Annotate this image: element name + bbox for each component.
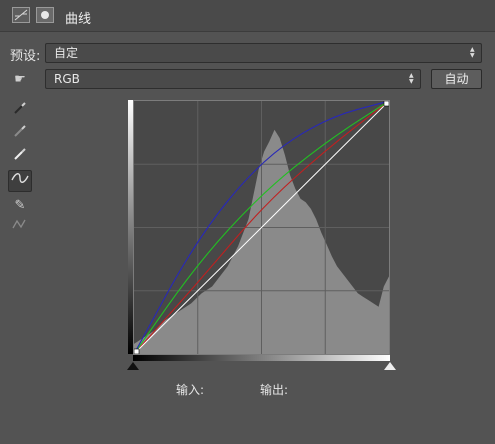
black-point-slider[interactable] xyxy=(127,362,139,370)
curve-edit-points-icon[interactable] xyxy=(8,170,32,192)
select-arrows-icon: ▲ ▼ xyxy=(470,46,475,59)
white-eyedropper-icon[interactable] xyxy=(10,147,30,167)
preset-value: 自定 xyxy=(54,46,79,60)
preset-label: 预设: xyxy=(10,49,41,64)
hand-targeted-adjust-icon[interactable]: ☛ xyxy=(10,70,30,90)
black-eyedropper-icon[interactable] xyxy=(10,101,30,121)
gray-eyedropper-icon[interactable] xyxy=(10,124,30,144)
curves-plot[interactable] xyxy=(134,101,389,354)
white-point-slider[interactable] xyxy=(384,362,396,370)
input-gradient-bar xyxy=(133,355,390,361)
select-arrows-icon: ▲ ▼ xyxy=(409,72,414,85)
smooth-curve-icon[interactable] xyxy=(10,217,30,237)
curve-point-black xyxy=(134,348,140,354)
layer-mask-icon[interactable] xyxy=(36,7,54,23)
curves-graph[interactable] xyxy=(133,100,390,355)
channel-value: RGB xyxy=(54,72,80,86)
pencil-draw-icon[interactable]: ✎ xyxy=(10,196,30,216)
panel-title: 曲线 xyxy=(65,12,92,27)
output-readout-label: 输出: xyxy=(260,383,289,397)
auto-button[interactable]: 自动 xyxy=(431,69,482,89)
panel-header: 曲线 xyxy=(0,0,495,32)
channel-select[interactable]: RGB ▲ ▼ xyxy=(45,69,421,89)
preset-select[interactable]: 自定 ▲ ▼ xyxy=(45,43,482,63)
curve-point-white xyxy=(383,101,389,107)
input-readout-label: 输入: xyxy=(176,383,205,397)
curves-adjustment-icon[interactable] xyxy=(12,7,30,23)
